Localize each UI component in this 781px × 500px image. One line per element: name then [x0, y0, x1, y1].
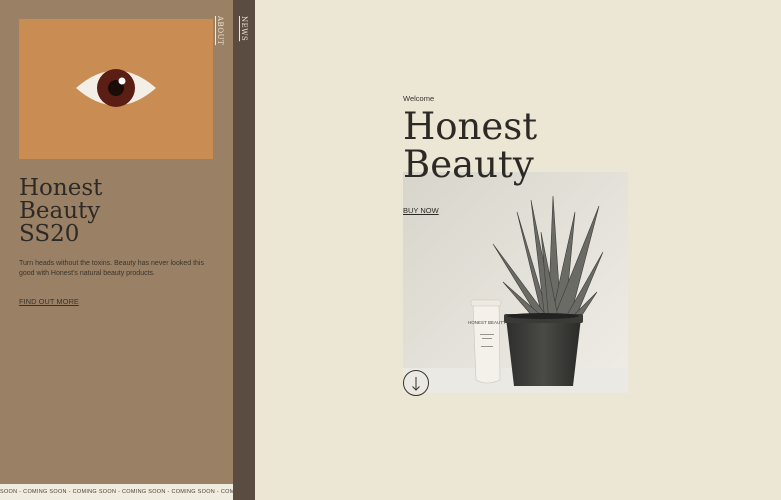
news-strip	[233, 0, 255, 500]
coming-soon-ticker: SOON - COMING SOON - COMING SOON - COMIN…	[0, 484, 233, 500]
welcome-label: Welcome	[403, 94, 435, 103]
hero-title-line: Honest	[403, 105, 538, 148]
hero-title-line: Beauty	[403, 143, 534, 186]
tube-label: HONEST BEAUTY	[468, 320, 506, 325]
collection-title-line: Honest	[19, 175, 103, 201]
eye-card	[19, 19, 213, 159]
nav-news[interactable]: NEWS	[240, 16, 248, 41]
hero-title: Honest Beauty	[403, 108, 537, 184]
left-panel: Honest Beauty SS20 Turn heads without th…	[0, 0, 233, 500]
nav-about[interactable]: ABOUT	[216, 16, 224, 45]
buy-now-link[interactable]: BUY NOW	[403, 206, 439, 215]
scroll-down-button[interactable]	[403, 370, 429, 396]
eye-icon	[76, 69, 156, 107]
collection-title-line: SS20	[19, 221, 80, 247]
collection-description: Turn heads without the toxins. Beauty ha…	[19, 260, 204, 277]
collection-title: Honest Beauty SS20	[19, 177, 219, 246]
arrow-down-icon	[412, 377, 420, 391]
find-out-more-link[interactable]: FIND OUT MORE	[19, 297, 79, 306]
collection-title-line: Beauty	[19, 198, 101, 224]
